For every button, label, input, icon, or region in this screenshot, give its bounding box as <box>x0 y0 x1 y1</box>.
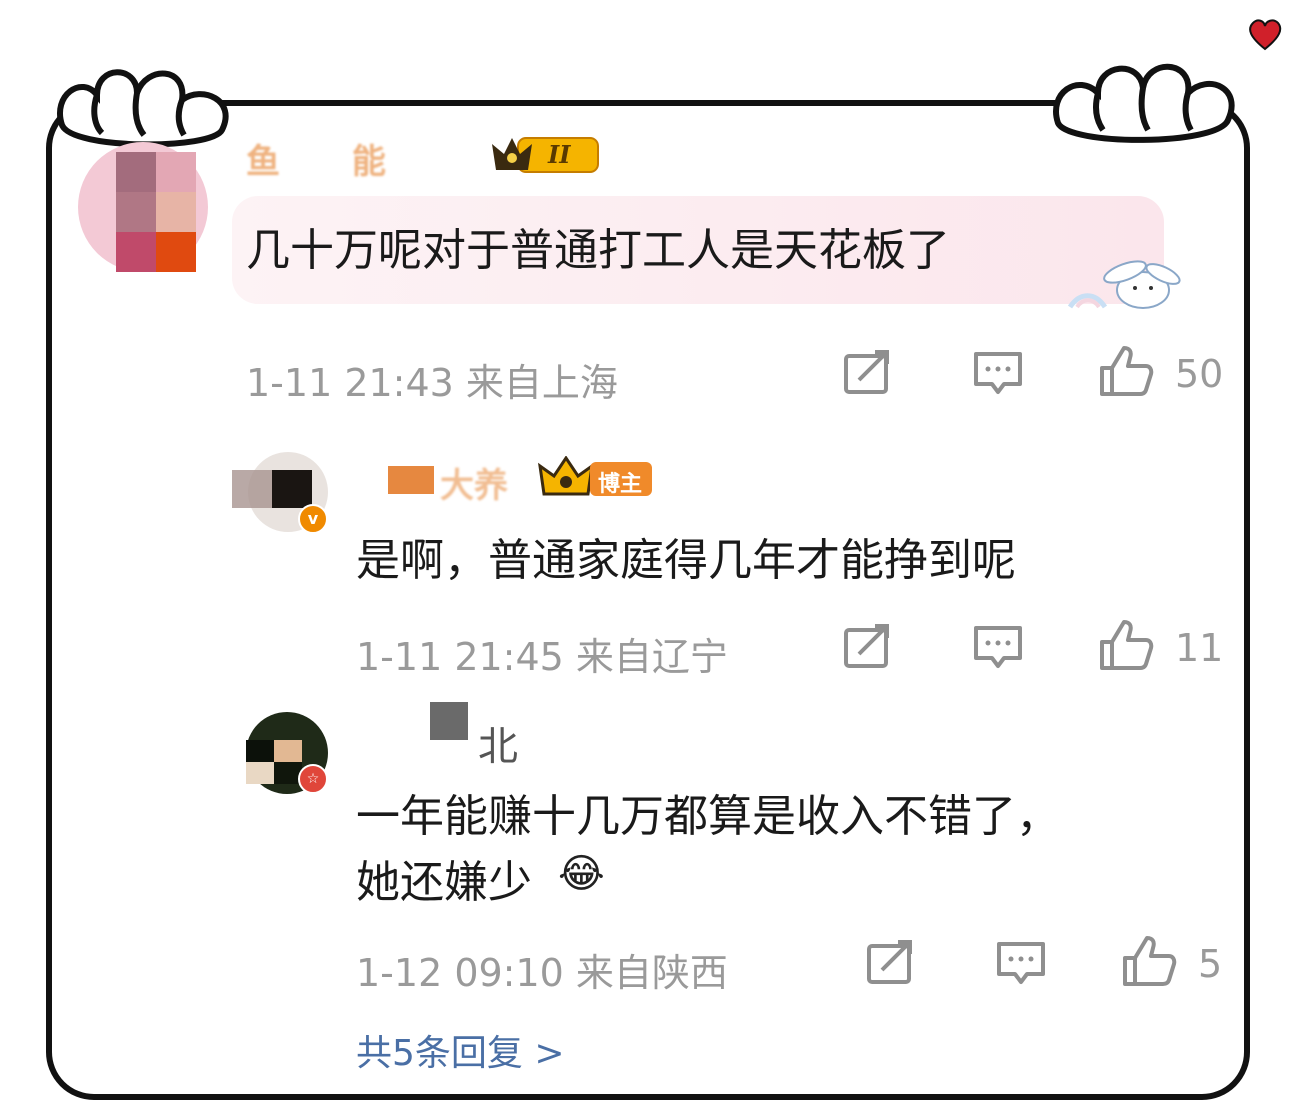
more-replies-link[interactable]: 共5条回复 > <box>356 1024 565 1076</box>
vip-badge: II <box>548 140 571 169</box>
like-count: 11 <box>1175 626 1224 670</box>
username[interactable]: 鱼 能 <box>246 134 416 183</box>
username[interactable]: 大养 <box>440 458 508 507</box>
username[interactable]: 北 <box>478 714 518 772</box>
left-paw-decoration <box>57 69 229 148</box>
like-count: 5 <box>1198 942 1223 986</box>
crown-icon <box>492 137 599 173</box>
like-icon[interactable] <box>1098 618 1154 672</box>
share-icon[interactable] <box>843 350 893 396</box>
comment-meta: 1-12 09:10 来自陕西 <box>356 951 728 995</box>
crown-icon <box>538 456 594 496</box>
username-mosaic <box>388 466 434 494</box>
verified-badge: v <box>298 504 328 534</box>
like-icon[interactable] <box>1098 344 1154 398</box>
like-icon[interactable] <box>1121 934 1177 988</box>
comment-icon[interactable] <box>995 940 1047 986</box>
comment-meta: 1-11 21:43 来自上海 <box>246 361 618 405</box>
comment-icon[interactable] <box>972 350 1024 396</box>
comment-text-line-2: 她还嫌少 <box>356 857 532 908</box>
like-count: 50 <box>1175 352 1224 396</box>
share-icon[interactable] <box>843 624 893 670</box>
comment-text-line-1: 一年能赚十几万都算是收入不错了， <box>356 791 1060 842</box>
comment-icon[interactable] <box>972 624 1024 670</box>
verified-badge: ☆ <box>298 764 328 794</box>
avatar-mosaic <box>116 152 196 272</box>
bunny-sticker-icon <box>1067 260 1181 309</box>
share-icon[interactable] <box>866 940 916 986</box>
comment-text: 几十万呢对于普通打工人是天花板了 <box>246 225 950 276</box>
avatar-mosaic <box>232 470 312 508</box>
comment-text: 是啊，普通家庭得几年才能挣到呢 <box>356 535 1016 586</box>
heart-icon <box>1249 19 1282 51</box>
comment-meta: 1-11 21:45 来自辽宁 <box>356 635 728 679</box>
laughing-emoji-icon: 😂 <box>558 851 605 897</box>
username-mosaic <box>430 702 468 740</box>
right-paw-decoration <box>1053 63 1235 143</box>
avatar-mosaic <box>246 740 302 784</box>
blogger-badge-label: 博主 <box>598 472 643 497</box>
